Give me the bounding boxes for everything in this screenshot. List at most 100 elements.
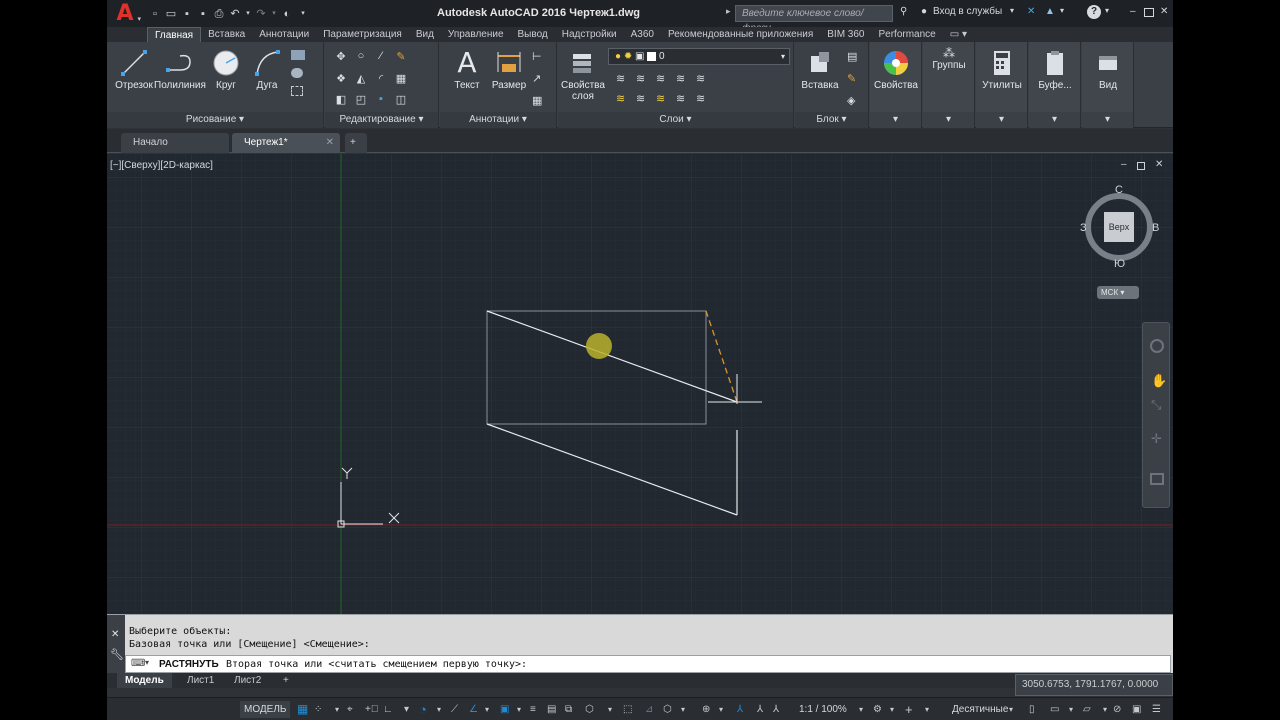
view-button[interactable]: Вид: [1083, 48, 1133, 91]
panel-draw-title[interactable]: Рисование ▾: [107, 112, 323, 128]
explode-icon[interactable]: ▦: [393, 72, 409, 86]
signin-dropdown-icon[interactable]: ▾: [1010, 6, 1014, 15]
lineweight-icon[interactable]: ≡: [530, 701, 536, 718]
properties-button[interactable]: Свойства: [871, 48, 921, 91]
viewcube-face[interactable]: Верх: [1104, 212, 1134, 242]
copy-icon[interactable]: ❖: [333, 72, 349, 86]
layer-properties-button[interactable]: Свойства слоя: [558, 48, 608, 102]
clean-screen-icon[interactable]: ▣: [1132, 701, 1141, 718]
offset-icon[interactable]: ◫: [393, 93, 409, 107]
3d-osnap-dropdown-icon[interactable]: ▾: [608, 701, 612, 718]
properties-expand[interactable]: ▾: [870, 112, 921, 128]
plot-icon[interactable]: ⎙: [213, 8, 225, 20]
command-input[interactable]: ⌨ ▾ РАСТЯНУТЬ Вторая точка или <считать …: [125, 655, 1171, 673]
search-input[interactable]: Введите ключевое слово/фразу: [735, 5, 893, 34]
isolate-objects-icon[interactable]: ▱: [1083, 701, 1091, 718]
panel-view[interactable]: Вид ▾: [1082, 42, 1134, 128]
transparency-icon[interactable]: ▤: [547, 701, 556, 718]
compass-south[interactable]: Ю: [1114, 258, 1125, 270]
customize-qa-icon[interactable]: ▾: [297, 8, 309, 20]
scale-icon[interactable]: ◰: [353, 93, 369, 107]
panel-modify-title[interactable]: Редактирование ▾: [325, 112, 438, 128]
share-icon[interactable]: ◐: [281, 8, 293, 20]
customization-icon[interactable]: ☰: [1152, 701, 1161, 718]
gizmo-icon[interactable]: ⊕: [702, 701, 710, 718]
search-chevron-icon[interactable]: ▸: [726, 6, 731, 17]
undo-icon[interactable]: ↶: [229, 8, 241, 20]
add-layout-button[interactable]: +: [275, 673, 297, 688]
panel-properties[interactable]: Свойства ▾: [870, 42, 922, 128]
utilities-button[interactable]: Утилиты: [977, 48, 1027, 91]
annotation-scale-value[interactable]: 1:1 / 100%: [799, 701, 847, 718]
hatch-icon[interactable]: [291, 68, 303, 78]
viewport-restore-icon[interactable]: [1137, 162, 1145, 170]
hardware-acceleration-icon[interactable]: ⊘: [1113, 701, 1121, 718]
customize-command-icon[interactable]: 🔧︎: [110, 648, 124, 661]
ribbon-toggle-button[interactable]: ▭ ▾: [943, 27, 974, 42]
object-snap-icon[interactable]: ▣: [500, 701, 509, 718]
workspace-gear-icon[interactable]: ⚙: [873, 701, 882, 718]
save-icon[interactable]: ▪: [181, 8, 193, 20]
snap-dropdown-icon[interactable]: ▾: [335, 701, 339, 718]
panel-annotation-title[interactable]: Аннотации ▾: [440, 112, 556, 128]
units-dropdown-icon[interactable]: ▾: [1009, 701, 1013, 718]
tab-addins[interactable]: Надстройки: [555, 27, 624, 42]
layer-tool-3-icon[interactable]: ≋: [656, 72, 672, 86]
annotation-scale-icon[interactable]: ⅄: [773, 701, 779, 718]
arc-button[interactable]: Дуга: [242, 48, 292, 91]
application-menu-button[interactable]: A ▾: [107, 0, 143, 27]
line-button[interactable]: Отрезок: [109, 48, 159, 91]
view-expand[interactable]: ▾: [1082, 112, 1133, 128]
close-window-icon[interactable]: ✕: [1160, 6, 1168, 17]
tab-parametric[interactable]: Параметризация: [316, 27, 409, 42]
isodraft-icon[interactable]: ⟋: [451, 701, 458, 718]
model-space-button[interactable]: МОДЕЛЬ: [240, 701, 291, 718]
layer-tool-6-icon[interactable]: ≋: [616, 92, 632, 106]
ucs-menu-button[interactable]: МСК ▾: [1097, 286, 1139, 299]
drawing-viewport[interactable]: [−][Сверху][2D-каркас] – ✕ Верх С Ю З В …: [107, 154, 1173, 614]
layer-tool-7-icon[interactable]: ≋: [636, 92, 652, 106]
dynamic-ucs-icon[interactable]: ⬚: [623, 701, 632, 718]
ortho-mode-icon[interactable]: ∟: [383, 701, 393, 718]
tab-layout2[interactable]: Лист2: [226, 673, 269, 688]
viewcube[interactable]: Верх С Ю З В: [1080, 184, 1160, 274]
exchange-apps-icon[interactable]: ✕: [1027, 6, 1035, 17]
selection-cycling-icon[interactable]: ⧉: [565, 701, 572, 718]
annotation-scale-dropdown-icon[interactable]: ▾: [859, 701, 863, 718]
command-window-handle[interactable]: ✕ 🔧︎: [107, 615, 125, 674]
steeringwheel-icon[interactable]: [1150, 339, 1164, 353]
tab-a360[interactable]: A360: [624, 27, 661, 42]
clipboard-button[interactable]: Буфе...: [1030, 48, 1080, 91]
showmotion-icon[interactable]: [1150, 473, 1164, 485]
panel-utilities[interactable]: Утилиты ▾: [976, 42, 1028, 128]
insert-block-button[interactable]: Вставка: [795, 48, 845, 91]
infer-constraints-icon[interactable]: ⌖: [347, 701, 353, 718]
trim-icon[interactable]: ⁄: [373, 50, 389, 64]
recent-commands-icon[interactable]: ▾: [145, 658, 149, 667]
tab-home[interactable]: Главная: [147, 27, 202, 42]
move-icon[interactable]: ✥: [333, 50, 349, 64]
save-as-icon[interactable]: ▪: [197, 8, 209, 20]
lock-ui-dropdown-icon[interactable]: ▾: [1069, 701, 1073, 718]
osnap-tracking-dropdown-icon[interactable]: ▾: [485, 701, 489, 718]
tab-layout1[interactable]: Лист1: [179, 673, 222, 688]
coordinates-display[interactable]: 3050.6753, 1791.1767, 0.0000: [1015, 674, 1173, 696]
signin-label[interactable]: Вход в службы: [933, 6, 1002, 17]
layer-tool-8-icon[interactable]: ≋: [656, 92, 672, 106]
orbit-icon[interactable]: ✛: [1151, 431, 1162, 447]
panel-groups[interactable]: ⁂ Группы ▾: [923, 42, 975, 128]
tab-featured-apps[interactable]: Рекомендованные приложения: [661, 27, 820, 42]
tab-output[interactable]: Вывод: [511, 27, 555, 42]
a360-dropdown-icon[interactable]: ▾: [1060, 6, 1064, 15]
3d-osnap-icon[interactable]: ⬡: [585, 701, 594, 718]
polyline-button[interactable]: Полилиния: [154, 48, 206, 91]
table-icon[interactable]: ▦: [532, 94, 548, 108]
ortho-dropdown-icon[interactable]: ▾: [404, 701, 409, 718]
object-snap-tracking-icon[interactable]: ∠: [469, 701, 478, 718]
restore-window-icon[interactable]: [1144, 8, 1154, 17]
polar-dropdown-icon[interactable]: ▾: [437, 701, 441, 718]
viewport-close-icon[interactable]: ✕: [1155, 159, 1163, 170]
dimension-button[interactable]: Размер: [484, 48, 534, 91]
help-dropdown-icon[interactable]: ▾: [1105, 6, 1109, 15]
fillet-icon[interactable]: ◜: [373, 72, 389, 86]
